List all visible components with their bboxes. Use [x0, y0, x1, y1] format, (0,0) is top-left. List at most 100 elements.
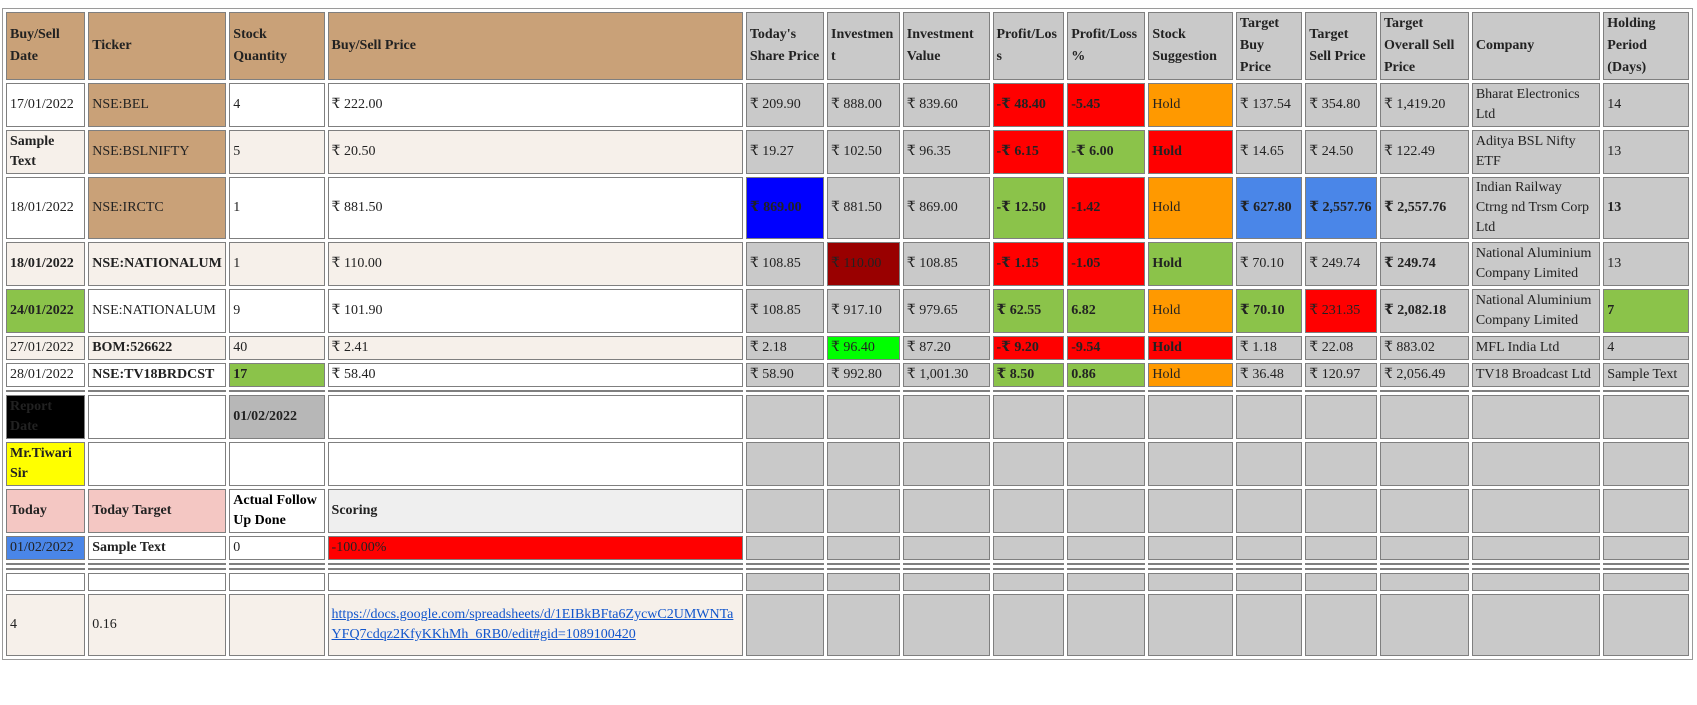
cell-profit-loss[interactable]: ₹ 62.55 [992, 289, 1065, 333]
empty-cell[interactable] [1603, 395, 1689, 439]
cell-profit-loss[interactable]: -₹ 1.15 [992, 242, 1065, 286]
cell-ticker[interactable]: BOM:526622 [88, 336, 227, 360]
empty-cell[interactable] [1235, 489, 1303, 533]
cell-quantity[interactable]: 1 [229, 242, 325, 286]
footer-link-cell[interactable]: https://docs.google.com/spreadsheets/d/1… [327, 594, 743, 656]
empty-cell[interactable] [992, 442, 1065, 486]
cell-holding[interactable]: 4 [1603, 336, 1689, 360]
cell-suggestion[interactable]: Hold [1148, 336, 1233, 360]
cell-target-overall[interactable]: ₹ 2,082.18 [1380, 289, 1469, 333]
header-target-overall-sell-price[interactable]: Target Overall Sell Price [1380, 12, 1469, 80]
cell-investment[interactable]: ₹ 917.10 [827, 289, 900, 333]
cell-target-buy[interactable]: ₹ 627.80 [1235, 177, 1303, 239]
today-value[interactable]: 01/02/2022 [6, 536, 86, 560]
header-investment-value[interactable]: Investment Value [902, 12, 990, 80]
cell-target-buy[interactable]: ₹ 1.18 [1235, 336, 1303, 360]
cell-ticker[interactable]: NSE:BEL [88, 83, 227, 127]
cell-target-overall[interactable]: ₹ 122.49 [1380, 130, 1469, 174]
empty-cell[interactable] [902, 536, 990, 560]
empty-cell[interactable] [1471, 594, 1601, 656]
empty-cell[interactable] [1148, 573, 1233, 591]
empty-cell[interactable] [745, 489, 825, 533]
empty-cell[interactable] [1305, 395, 1377, 439]
header-target-buy-price[interactable]: Target Buy Price [1235, 12, 1303, 80]
spreadsheet-link[interactable]: https://docs.google.com/spreadsheets/d/1… [332, 607, 734, 642]
cell-investment-value[interactable]: ₹ 839.60 [902, 83, 990, 127]
cell-suggestion[interactable]: Hold [1148, 83, 1233, 127]
empty-cell[interactable] [6, 573, 86, 591]
cell-company[interactable]: TV18 Broadcast Ltd [1471, 363, 1601, 387]
empty-cell[interactable] [1471, 489, 1601, 533]
empty-cell[interactable] [902, 442, 990, 486]
empty-cell[interactable] [827, 573, 900, 591]
cell-investment[interactable]: ₹ 110.00 [827, 242, 900, 286]
cell-price[interactable]: ₹ 110.00 [327, 242, 743, 286]
cell-holding[interactable]: 13 [1603, 242, 1689, 286]
cell-profit-loss-pct[interactable]: 6.82 [1067, 289, 1146, 333]
cell-target-sell[interactable]: ₹ 24.50 [1305, 130, 1377, 174]
cell-profit-loss[interactable]: -₹ 9.20 [992, 336, 1065, 360]
cell-profit-loss[interactable]: -₹ 12.50 [992, 177, 1065, 239]
empty-cell[interactable] [1305, 442, 1377, 486]
cell-company[interactable]: Aditya BSL Nifty ETF [1471, 130, 1601, 174]
empty-cell[interactable] [827, 395, 900, 439]
empty-cell[interactable] [1067, 594, 1146, 656]
cell-target-overall[interactable]: ₹ 883.02 [1380, 336, 1469, 360]
empty-cell[interactable] [1603, 536, 1689, 560]
cell-investment[interactable]: ₹ 96.40 [827, 336, 900, 360]
cell-ticker[interactable]: NSE:TV18BRDCST [88, 363, 227, 387]
empty-cell[interactable] [1067, 442, 1146, 486]
empty-cell[interactable] [1235, 395, 1303, 439]
cell-suggestion[interactable]: Hold [1148, 363, 1233, 387]
cell-target-buy[interactable]: ₹ 70.10 [1235, 289, 1303, 333]
cell-target-buy[interactable]: ₹ 137.54 [1235, 83, 1303, 127]
empty-cell[interactable] [745, 395, 825, 439]
cell-target-sell[interactable]: ₹ 22.08 [1305, 336, 1377, 360]
cell-today-price[interactable]: ₹ 209.90 [745, 83, 825, 127]
cell-ticker[interactable]: NSE:BSLNIFTY [88, 130, 227, 174]
cell-target-overall[interactable]: ₹ 249.74 [1380, 242, 1469, 286]
cell-today-price[interactable]: ₹ 108.85 [745, 289, 825, 333]
cell-investment[interactable]: ₹ 102.50 [827, 130, 900, 174]
empty-cell[interactable] [1235, 442, 1303, 486]
cell-suggestion[interactable]: Hold [1148, 289, 1233, 333]
empty-cell[interactable] [1380, 395, 1469, 439]
empty-cell[interactable] [745, 442, 825, 486]
footer-count[interactable]: 4 [6, 594, 86, 656]
header-investment[interactable]: Investment [827, 12, 900, 80]
empty-cell[interactable] [827, 489, 900, 533]
cell-investment-value[interactable]: ₹ 869.00 [902, 177, 990, 239]
empty-cell[interactable] [745, 536, 825, 560]
empty-cell[interactable] [745, 573, 825, 591]
cell-suggestion[interactable]: Hold [1148, 242, 1233, 286]
cell-target-sell[interactable]: ₹ 354.80 [1305, 83, 1377, 127]
cell-holding[interactable]: 13 [1603, 130, 1689, 174]
empty-cell[interactable] [1148, 536, 1233, 560]
empty-cell[interactable] [1067, 395, 1146, 439]
actual-follow-up-value[interactable]: 0 [229, 536, 325, 560]
cell-ticker[interactable]: NSE:NATIONALUM [88, 289, 227, 333]
cell-quantity[interactable]: 40 [229, 336, 325, 360]
empty-cell[interactable] [327, 442, 743, 486]
empty-cell[interactable] [1148, 442, 1233, 486]
empty-cell[interactable] [1305, 536, 1377, 560]
cell-target-buy[interactable]: ₹ 36.48 [1235, 363, 1303, 387]
empty-cell[interactable] [827, 536, 900, 560]
empty-cell[interactable] [1067, 536, 1146, 560]
cell-date[interactable]: 18/01/2022 [6, 242, 86, 286]
empty-cell[interactable] [992, 395, 1065, 439]
cell-today-price[interactable]: ₹ 19.27 [745, 130, 825, 174]
cell-profit-loss-pct[interactable]: 0.86 [1067, 363, 1146, 387]
cell-investment-value[interactable]: ₹ 87.20 [902, 336, 990, 360]
cell-holding[interactable]: Sample Text [1603, 363, 1689, 387]
cell-price[interactable]: ₹ 2.41 [327, 336, 743, 360]
report-date-value[interactable]: 01/02/2022 [229, 395, 325, 439]
cell-date[interactable]: 17/01/2022 [6, 83, 86, 127]
cell-target-overall[interactable]: ₹ 2,056.49 [1380, 363, 1469, 387]
empty-cell[interactable] [992, 489, 1065, 533]
header-profit-loss[interactable]: Profit/Loss [992, 12, 1065, 80]
cell-profit-loss-pct[interactable]: -9.54 [1067, 336, 1146, 360]
cell-target-sell[interactable]: ₹ 249.74 [1305, 242, 1377, 286]
header-target-sell-price[interactable]: Target Sell Price [1305, 12, 1377, 80]
empty-cell[interactable] [902, 573, 990, 591]
